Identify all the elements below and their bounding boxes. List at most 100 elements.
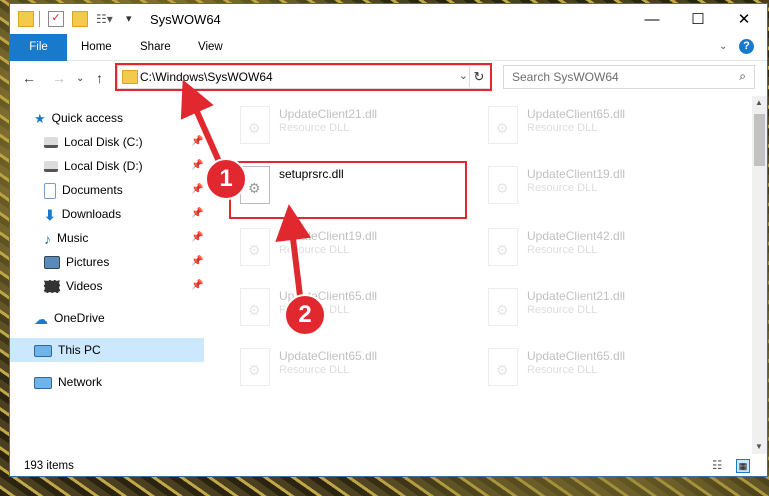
callout-2: 2 [284,294,326,336]
sidebar-item-videos[interactable]: Videos [44,275,102,297]
address-highlight-box [115,63,492,91]
dll-file-icon [488,228,518,266]
video-icon [44,280,60,294]
list-item[interactable]: UpdateClient21.dllResource DLL [232,100,462,150]
dll-file-icon [240,228,270,266]
sidebar-item-label: Downloads [61,207,122,221]
sidebar-item-label: Music [57,231,89,245]
file-name: UpdateClient19.dll [279,229,378,243]
file-name: UpdateClient21.dll [279,107,378,121]
list-item[interactable]: UpdateClient19.dllResource DLL [480,160,710,210]
file-type: Resource DLL [527,122,598,134]
forward-icon[interactable]: → [52,70,66,86]
pictures-icon [44,256,60,270]
sidebar-item-label: Documents [62,183,123,197]
tab-home[interactable]: Home [81,34,112,60]
scroll-up-icon[interactable]: ▲ [755,98,763,107]
folder-icon [18,11,34,27]
download-icon: ⬇ [44,206,56,223]
file-type: Resource DLL [527,304,598,316]
drive-icon [44,137,58,149]
sidebar-item-documents[interactable]: Documents [44,179,123,201]
item-count: 193 items [24,460,74,472]
file-type: Resource DLL [527,182,598,194]
properties-icon[interactable]: ✓ [48,11,64,27]
customize-toolbar-icon[interactable]: ▾ [126,11,142,27]
sidebar-item-downloads[interactable]: ⬇ Downloads [44,203,121,225]
file-type: Resource DLL [279,364,350,376]
sidebar-item-local-disk-c[interactable]: Local Disk (C:) [44,131,143,153]
tab-view[interactable]: View [198,34,223,60]
star-icon: ★ [34,110,46,126]
document-icon [44,182,56,199]
recent-locations-icon[interactable]: ⌄ [76,73,84,84]
file-type: Resource DLL [279,122,350,134]
sidebar-item-label: Pictures [66,255,110,269]
network-icon [34,376,52,389]
status-bar: 193 items ☷ ▦ [10,456,767,476]
dll-file-icon [240,348,270,386]
sidebar-item-music[interactable]: ♪ Music [44,227,88,249]
dll-file-icon [488,288,518,326]
sidebar-item-local-disk-d[interactable]: Local Disk (D:) [44,155,143,177]
dll-file-icon [488,106,518,144]
pin-icon[interactable]: 📌 [191,208,203,219]
pin-icon[interactable]: 📌 [191,232,203,243]
list-item[interactable]: UpdateClient42.dllResource DLL [480,222,710,272]
scrollbar-thumb[interactable] [754,114,765,166]
vertical-scrollbar[interactable]: ▲ ▼ [752,96,767,454]
close-button[interactable]: ✕ [721,4,767,34]
navigation-pane: ★ Quick access Local Disk (C:) 📌 Local Di… [10,96,204,454]
file-type: Resource DLL [527,364,598,376]
search-icon[interactable]: ⌕ [739,69,746,84]
sidebar-item-pictures[interactable]: Pictures [44,251,109,273]
sidebar-item-network[interactable]: Network [34,371,102,393]
sidebar-item-label: OneDrive [54,311,105,325]
sidebar-item-this-pc[interactable]: This PC [34,339,101,361]
cloud-icon: ☁ [34,310,48,327]
sidebar-item-label: Videos [66,279,103,293]
drive-icon [44,161,58,173]
window-title: SysWOW64 [150,12,221,27]
sidebar-item-label: Local Disk (C:) [64,135,143,149]
details-view-icon[interactable]: ☷ [712,456,722,476]
file-list: UpdateClient21.dllResource DLL UpdateCli… [220,96,752,454]
large-icons-view-icon[interactable]: ▦ [736,459,750,473]
file-name: UpdateClient42.dll [527,229,626,243]
pin-icon[interactable]: 📌 [191,280,203,291]
sidebar-item-label: Local Disk (D:) [64,159,143,173]
dll-file-icon [240,106,270,144]
pin-icon[interactable]: 📌 [191,184,203,195]
file-type: Resource DLL [527,244,598,256]
file-type: Resource DLL [279,244,350,256]
sidebar-item-onedrive[interactable]: ☁ OneDrive [34,307,105,329]
new-folder-icon[interactable] [72,11,88,27]
expand-ribbon-icon[interactable]: ⌄ [719,34,727,60]
list-item[interactable]: UpdateClient65.dllResource DLL [232,342,462,392]
minimize-button[interactable]: — [629,4,675,34]
tab-share[interactable]: Share [140,34,171,60]
sidebar-item-quick-access[interactable]: ★ Quick access [34,107,123,129]
list-item[interactable]: UpdateClient19.dllResource DLL [232,222,462,272]
search-input[interactable]: Search SysWOW64 ⌕ [503,65,755,89]
list-item[interactable]: UpdateClient21.dllResource DLL [480,282,710,332]
view-options-icon[interactable]: ☷▾ [96,11,113,27]
list-item[interactable]: UpdateClient65.dllResource DLL [480,100,710,150]
computer-icon [34,344,52,357]
back-icon[interactable]: ← [22,70,36,86]
title-bar: ✓ ☷▾ ▾ SysWOW64 — ☐ ✕ [10,4,767,34]
sidebar-item-label: This PC [58,343,101,357]
sidebar-item-label: Network [58,375,103,389]
maximize-button[interactable]: ☐ [675,4,721,34]
scroll-down-icon[interactable]: ▼ [755,442,763,451]
pin-icon[interactable]: 📌 [191,136,203,147]
dll-file-icon [488,166,518,204]
up-icon[interactable]: ↑ [96,70,103,86]
list-item[interactable]: UpdateClient65.dllResource DLL [232,282,462,332]
pin-icon[interactable]: 📌 [191,160,203,171]
pin-icon[interactable]: 📌 [191,256,203,267]
separator [39,11,40,27]
list-item[interactable]: UpdateClient65.dllResource DLL [480,342,710,392]
file-name: UpdateClient65.dll [527,349,626,363]
help-icon[interactable]: ? [739,39,754,54]
